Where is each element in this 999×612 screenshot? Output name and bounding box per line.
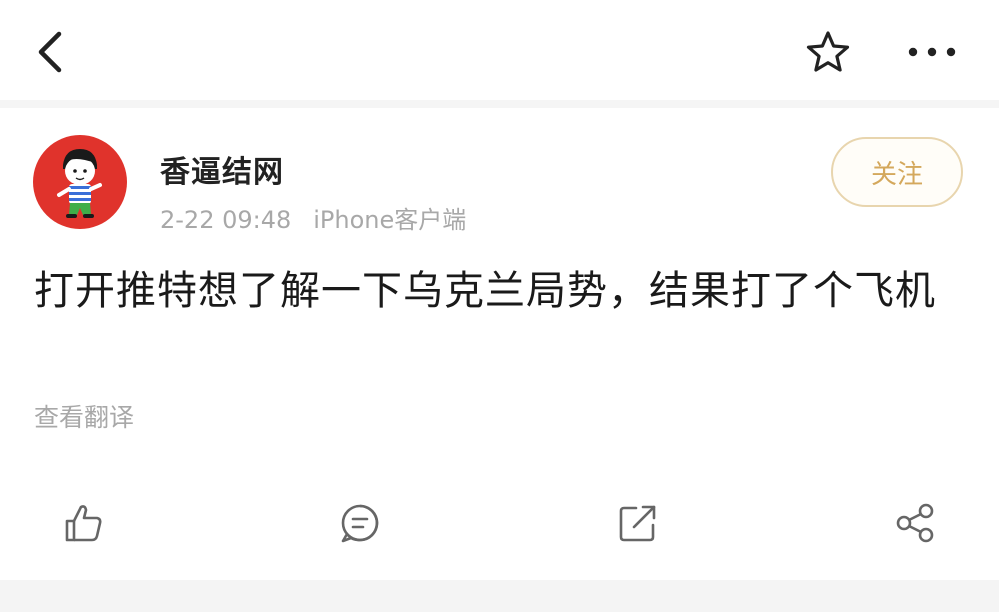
top-bar <box>0 0 999 100</box>
translate-link[interactable]: 查看翻译 <box>34 398 134 434</box>
cartoon-boy-avatar <box>57 149 102 218</box>
post-date: 2-22 09:48 <box>160 206 292 234</box>
avatar[interactable] <box>33 135 127 229</box>
star-outline-icon <box>806 31 850 72</box>
top-divider <box>0 100 999 108</box>
more-button[interactable] <box>900 24 964 80</box>
repost-icon <box>619 505 656 542</box>
repost-button[interactable] <box>608 495 668 551</box>
comment-icon <box>341 504 379 543</box>
chevron-left-icon <box>38 31 62 73</box>
more-horizontal-icon <box>908 47 956 57</box>
comment-button[interactable] <box>330 495 390 551</box>
like-button[interactable] <box>53 495 113 551</box>
bottom-divider <box>0 580 999 612</box>
screen: 香逼结网 2-22 09:48 iPhone客户端 关注 打开推特想了解一下乌克兰… <box>0 0 999 612</box>
back-button[interactable] <box>28 24 72 80</box>
favorite-button[interactable] <box>800 24 856 80</box>
post-text: 打开推特想了解一下乌克兰局势，结果打了个飞机 <box>34 268 936 314</box>
author-name[interactable]: 香逼结网 <box>160 147 284 191</box>
share-button[interactable] <box>885 495 945 551</box>
follow-button[interactable]: 关注 <box>831 137 963 207</box>
share-icon <box>896 503 934 543</box>
post-meta: 2-22 09:48 iPhone客户端 <box>160 200 466 235</box>
post-source: iPhone客户端 <box>313 206 467 234</box>
thumbs-up-icon <box>65 505 102 542</box>
